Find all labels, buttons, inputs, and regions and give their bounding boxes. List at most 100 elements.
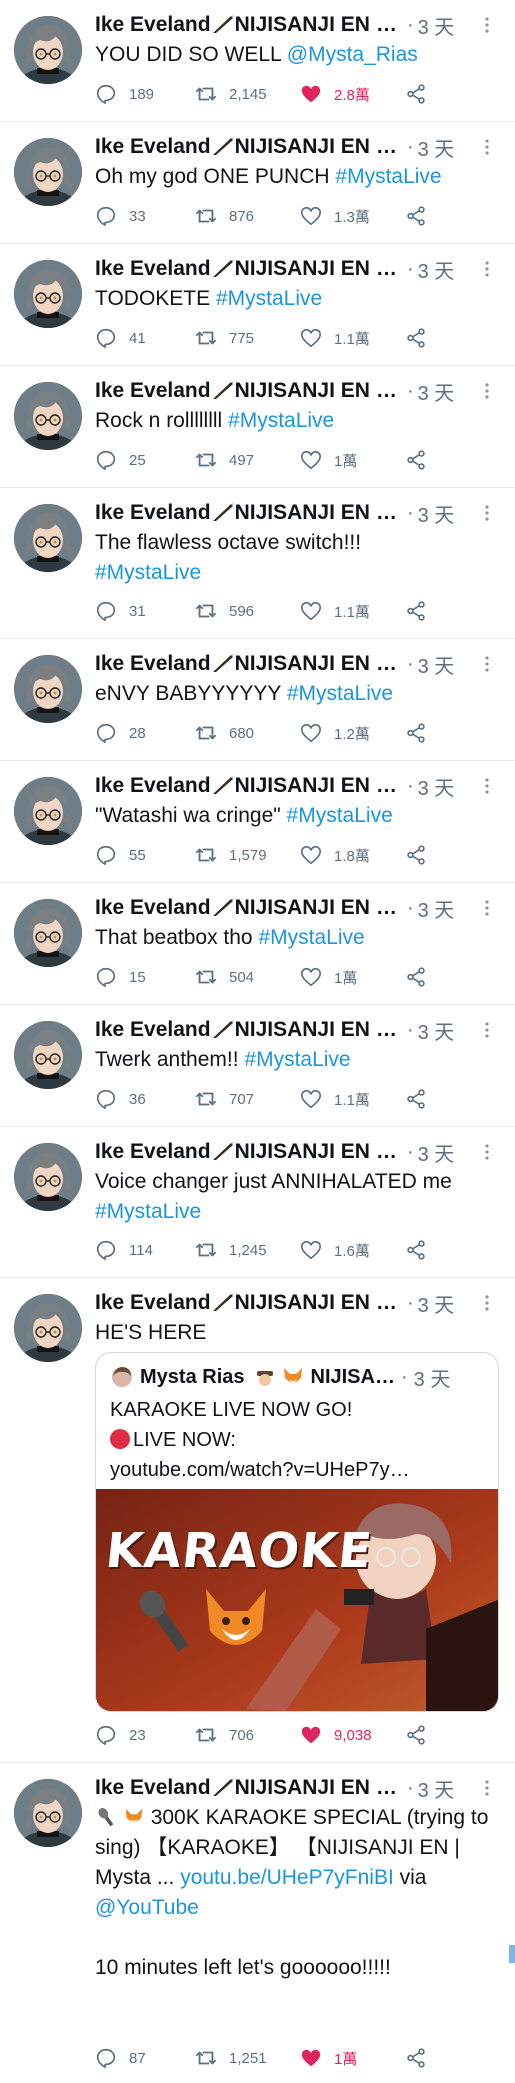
share-button[interactable] [405, 205, 439, 227]
share-button[interactable] [405, 1239, 439, 1261]
retweet-button[interactable]: 504 [195, 966, 300, 988]
more-options-icon[interactable] [479, 1143, 495, 1161]
tweet[interactable]: Ike Eveland NIJISANJI EN … · 3 天 "Watashi… [0, 761, 515, 883]
timestamp[interactable]: 3 天 [418, 11, 455, 40]
tweet[interactable]: Ike Eveland NIJISANJI EN … · 3 天 Rock n r… [0, 366, 515, 488]
avatar[interactable] [14, 1779, 82, 1847]
hashtag-link[interactable]: #MystaLive [335, 165, 441, 188]
avatar[interactable] [14, 16, 82, 84]
avatar[interactable] [14, 504, 82, 572]
like-button[interactable]: 1.1萬 [300, 1088, 405, 1110]
retweet-button[interactable]: 876 [195, 205, 300, 227]
reply-button[interactable]: 36 [95, 1088, 195, 1110]
tweet[interactable]: Ike Eveland NIJISANJI EN … · 3 天 300K KAR… [0, 1763, 515, 2083]
like-button[interactable]: 1萬 [300, 2047, 405, 2069]
timestamp[interactable]: 3 天 [418, 1774, 455, 1803]
share-button[interactable] [405, 1724, 439, 1746]
hashtag-link[interactable]: #MystaLive [244, 1048, 350, 1071]
retweet-button[interactable]: 706 [195, 1724, 300, 1746]
timestamp[interactable]: 3 天 [418, 772, 455, 801]
more-options-icon[interactable] [479, 504, 495, 522]
share-button[interactable] [405, 2047, 439, 2069]
hashtag-link[interactable]: #MystaLive [95, 1200, 201, 1223]
like-button[interactable]: 2.8萬 [300, 83, 405, 105]
karaoke-thumbnail[interactable]: KARAOKE [96, 1489, 498, 1711]
hashtag-link[interactable]: #MystaLive [228, 409, 334, 432]
like-button[interactable]: 1.1萬 [300, 600, 405, 622]
more-options-icon[interactable] [479, 260, 495, 278]
avatar[interactable] [14, 777, 82, 845]
reply-button[interactable]: 41 [95, 327, 195, 349]
share-button[interactable] [405, 722, 439, 744]
reply-button[interactable]: 31 [95, 600, 195, 622]
retweet-button[interactable]: 707 [195, 1088, 300, 1110]
retweet-button[interactable]: 497 [195, 449, 300, 471]
more-options-icon[interactable] [479, 138, 495, 156]
more-options-icon[interactable] [479, 899, 495, 917]
retweet-button[interactable]: 596 [195, 600, 300, 622]
retweet-button[interactable]: 775 [195, 327, 300, 349]
retweet-button[interactable]: 1,579 [195, 844, 300, 866]
avatar[interactable] [14, 382, 82, 450]
scroll-indicator[interactable] [509, 1945, 515, 1963]
more-options-icon[interactable] [479, 16, 495, 34]
retweet-button[interactable]: 1,251 [195, 2047, 300, 2069]
tweet[interactable]: Ike Eveland NIJISANJI EN … · 3 天 Voice ch… [0, 1127, 515, 1278]
like-button[interactable]: 1.6萬 [300, 1239, 405, 1261]
tweet[interactable]: Ike Eveland NIJISANJI EN … · 3 天 That bea… [0, 883, 515, 1005]
more-options-icon[interactable] [479, 655, 495, 673]
retweet-button[interactable]: 1,245 [195, 1239, 300, 1261]
reply-button[interactable]: 23 [95, 1724, 195, 1746]
share-button[interactable] [405, 844, 439, 866]
more-options-icon[interactable] [479, 1779, 495, 1797]
youtube-link[interactable]: youtu.be/UHeP7yFniBI [180, 1866, 394, 1889]
more-options-icon[interactable] [479, 1021, 495, 1039]
tweet[interactable]: Ike Eveland NIJISANJI EN … · 3 天 The flaw… [0, 488, 515, 639]
avatar[interactable] [14, 1294, 82, 1362]
tweet[interactable]: Ike Eveland NIJISANJI EN … · 3 天 Oh my go… [0, 122, 515, 244]
like-button[interactable]: 9,038 [300, 1724, 405, 1746]
reply-button[interactable]: 87 [95, 2047, 195, 2069]
more-options-icon[interactable] [479, 777, 495, 795]
hashtag-link[interactable]: #MystaLive [216, 287, 322, 310]
reply-button[interactable]: 189 [95, 83, 195, 105]
timestamp[interactable]: 3 天 [418, 650, 455, 679]
hashtag-link[interactable]: #MystaLive [95, 561, 201, 584]
reply-button[interactable]: 33 [95, 205, 195, 227]
reply-button[interactable]: 15 [95, 966, 195, 988]
tweet[interactable]: Ike Eveland NIJISANJI EN … · 3 天 YOU DID … [0, 0, 515, 122]
like-button[interactable]: 1.8萬 [300, 844, 405, 866]
mention-link[interactable]: @Mysta_Rias [287, 43, 418, 66]
avatar[interactable] [14, 899, 82, 967]
reply-button[interactable]: 25 [95, 449, 195, 471]
avatar[interactable] [14, 1143, 82, 1211]
mention-link[interactable]: @YouTube [95, 1896, 199, 1919]
like-button[interactable]: 1.2萬 [300, 722, 405, 744]
share-button[interactable] [405, 600, 439, 622]
avatar[interactable] [14, 260, 82, 328]
hashtag-link[interactable]: #MystaLive [287, 682, 393, 705]
tweet[interactable]: Ike Eveland NIJISANJI EN … · 3 天 HE'S HER… [0, 1278, 515, 1763]
share-button[interactable] [405, 83, 439, 105]
tweet[interactable]: Ike Eveland NIJISANJI EN … · 3 天 eNVY BAB… [0, 639, 515, 761]
timestamp[interactable]: 3 天 [418, 894, 455, 923]
retweet-button[interactable]: 2,145 [195, 83, 300, 105]
like-button[interactable]: 1萬 [300, 449, 405, 471]
timestamp[interactable]: 3 天 [418, 133, 455, 162]
like-button[interactable]: 1.3萬 [300, 205, 405, 227]
share-button[interactable] [405, 966, 439, 988]
like-button[interactable]: 1.1萬 [300, 327, 405, 349]
avatar[interactable] [14, 655, 82, 723]
retweet-button[interactable]: 680 [195, 722, 300, 744]
more-options-icon[interactable] [479, 382, 495, 400]
reply-button[interactable]: 114 [95, 1239, 195, 1261]
share-button[interactable] [405, 1088, 439, 1110]
reply-button[interactable]: 28 [95, 722, 195, 744]
hashtag-link[interactable]: #MystaLive [287, 804, 393, 827]
share-button[interactable] [405, 449, 439, 471]
tweet[interactable]: Ike Eveland NIJISANJI EN … · 3 天 Twerk an… [0, 1005, 515, 1127]
tweet[interactable]: Ike Eveland NIJISANJI EN … · 3 天 TODOKETE… [0, 244, 515, 366]
avatar[interactable] [14, 1021, 82, 1089]
avatar[interactable] [14, 138, 82, 206]
like-button[interactable]: 1萬 [300, 966, 405, 988]
